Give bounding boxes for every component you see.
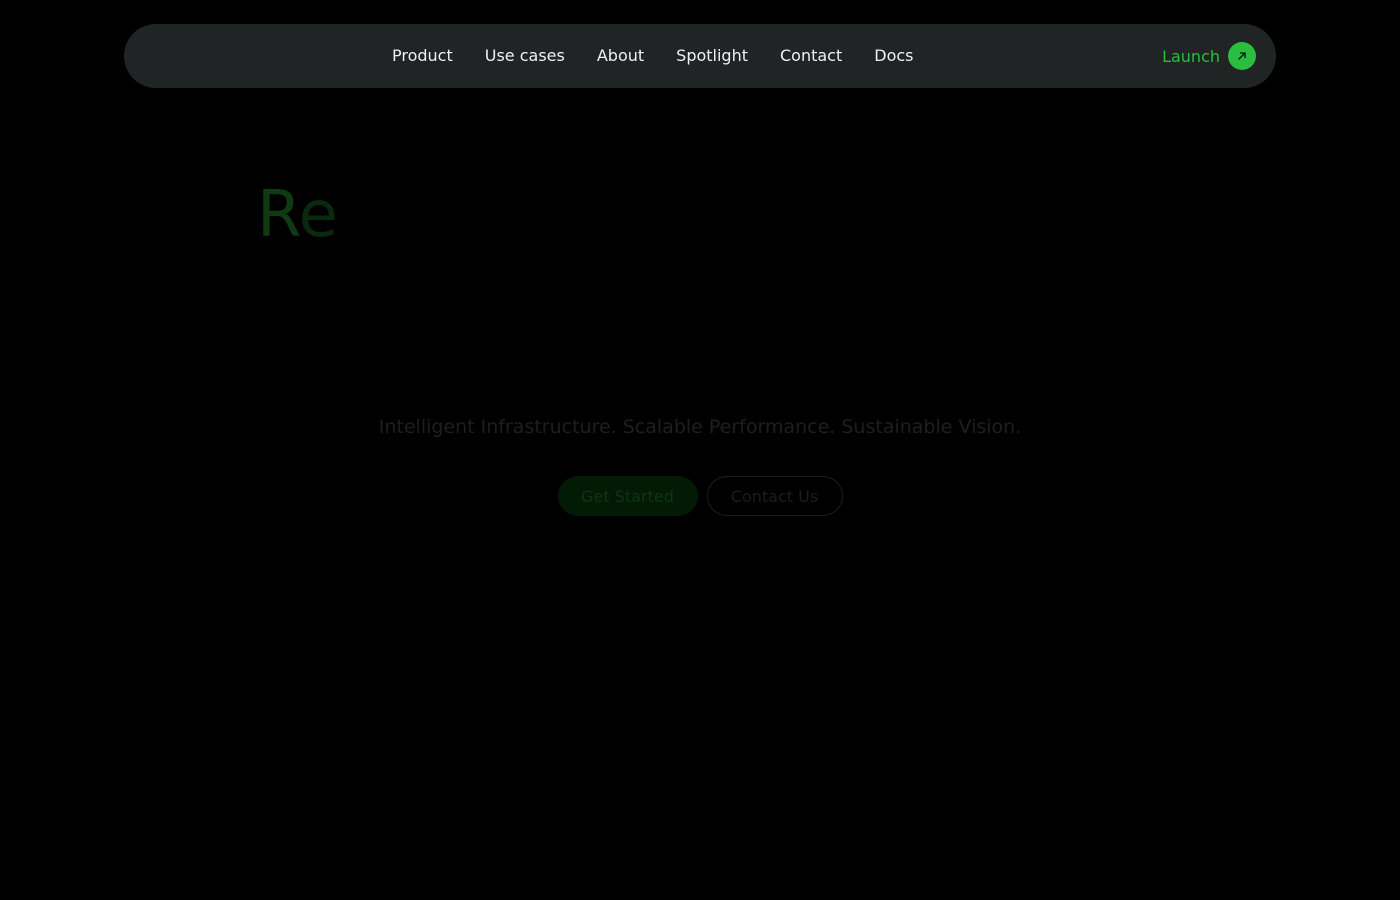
launch-label: Launch [1162, 46, 1220, 66]
nav-link-spotlight[interactable]: Spotlight [660, 24, 764, 88]
hero-heading: Re [257, 172, 338, 258]
nav-link-about[interactable]: About [581, 24, 660, 88]
landing-page: Product Use cases About Spotlight Contac… [0, 0, 1400, 900]
nav-link-product[interactable]: Product [376, 24, 469, 88]
hero-heading-part2: e [298, 178, 338, 252]
contact-us-button[interactable]: Contact Us [706, 476, 843, 516]
nav-link-contact[interactable]: Contact [764, 24, 858, 88]
hero-heading-part1: R [257, 178, 299, 252]
nav-link-docs[interactable]: Docs [858, 24, 929, 88]
launch-button[interactable]: Launch [1162, 24, 1256, 88]
hero-tagline: Intelligent Infrastructure. Scalable Per… [378, 416, 1022, 438]
get-started-button[interactable]: Get Started [557, 476, 698, 516]
nav-links: Product Use cases About Spotlight Contac… [376, 24, 930, 88]
top-navbar: Product Use cases About Spotlight Contac… [124, 24, 1276, 88]
cta-row: Get Started Contact Us [0, 476, 1400, 516]
nav-link-use-cases[interactable]: Use cases [469, 24, 581, 88]
arrow-up-right-icon [1228, 42, 1256, 70]
